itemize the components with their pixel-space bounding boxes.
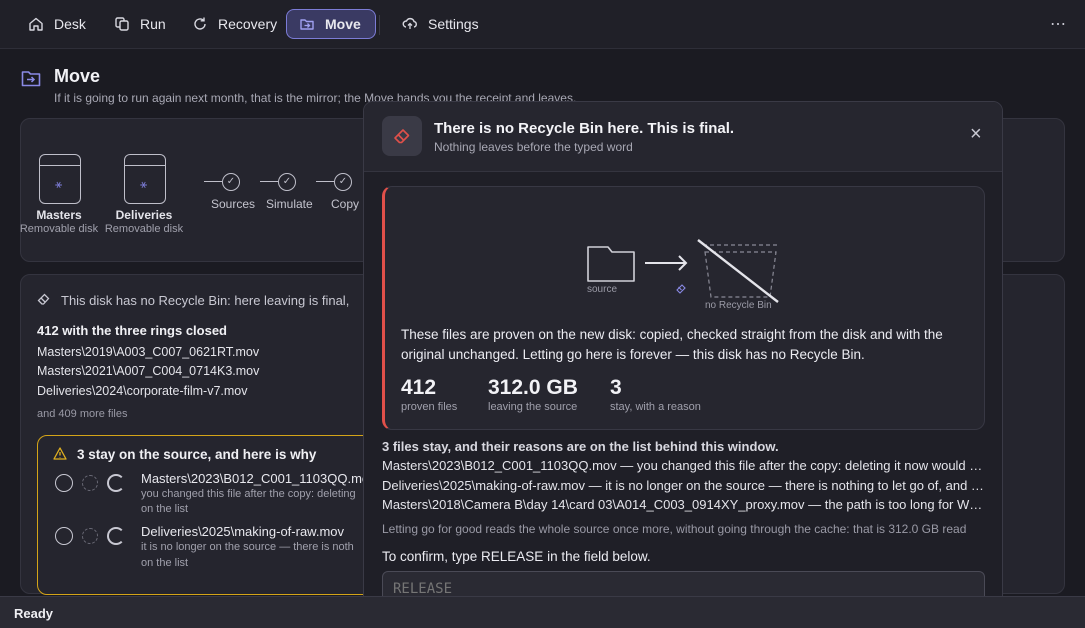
warning-icon — [53, 447, 67, 460]
nav-move[interactable]: Move — [286, 9, 376, 39]
eraser-icon — [37, 293, 50, 305]
stay-heading: 3 files stay, and their reasons are on t… — [382, 439, 779, 454]
stat-value: 312.0 GB — [488, 376, 578, 399]
check-icon: ✓ — [334, 173, 352, 191]
more-menu-icon[interactable]: ⋯ — [1050, 14, 1067, 34]
stay-title: 3 stay on the source, and here is why — [77, 447, 317, 462]
cloud-upload-icon — [402, 17, 417, 29]
stat-label: leaving the source — [488, 401, 578, 413]
confirm-dialog: There is no Recycle Bin here. This is fi… — [363, 101, 1003, 621]
stay-item-reason: on the list — [141, 557, 189, 569]
ring-pending-icon — [82, 475, 98, 491]
nav-recovery-label: Recovery — [218, 16, 278, 32]
ring-progress-icon — [107, 527, 125, 545]
stat-value: 3 — [610, 376, 622, 399]
disk-deliveries-name: Deliveries — [115, 208, 173, 222]
eraser-icon — [676, 284, 686, 294]
top-nav: Desk Run Recovery Move Settings ⋯ — [0, 0, 1085, 49]
dialog-body-line-1: These files are proven on the new disk: … — [401, 327, 943, 342]
release-notice: This disk has no Recycle Bin: here leavi… — [61, 293, 350, 308]
stat-label: stay, with a reason — [610, 401, 701, 413]
stay-item-reason: you changed this file after the copy: de… — [141, 488, 356, 500]
strike-line — [697, 239, 779, 303]
dialog-body-line-2: original unchanged. Letting go here is f… — [401, 347, 865, 362]
diagram-source-label: source — [587, 284, 618, 295]
stay-card: 3 stay on the source, and here is why Ma… — [37, 435, 377, 595]
step-simulate-label: Simulate — [266, 197, 313, 211]
step-sources-label: Sources — [211, 197, 256, 211]
release-file: Masters\2019\A003_C007_0621RT.mov — [37, 345, 260, 359]
dialog-subtitle: Nothing leaves before the typed word — [434, 140, 633, 154]
diagram-dest-label: no Recycle Bin — [705, 300, 772, 311]
release-more-files[interactable]: and 409 more files — [37, 408, 128, 420]
stay-item-reason: on the list — [141, 503, 189, 515]
confirm-label: To confirm, type RELEASE in the field be… — [382, 549, 651, 564]
check-icon: ✓ — [222, 173, 240, 191]
disk-deliveries-icon: ⚹ — [124, 154, 166, 204]
nav-desk[interactable]: Desk — [16, 9, 98, 39]
eraser-icon — [394, 129, 410, 144]
release-file: Deliveries\2024\corporate-film-v7.mov — [37, 384, 248, 398]
disk-deliveries-type: Removable disk — [104, 223, 184, 235]
nav-run[interactable]: Run — [102, 9, 178, 39]
disk-masters-name: Masters — [36, 208, 82, 222]
nav-run-label: Run — [140, 16, 166, 32]
ring-pending-icon — [82, 528, 98, 544]
nav-recovery[interactable]: Recovery — [180, 9, 289, 39]
nav-settings-label: Settings — [428, 16, 479, 32]
nav-move-label: Move — [325, 16, 361, 32]
stay-line: Deliveries\2025\making-of-raw.mov — it i… — [382, 478, 984, 493]
folder-move-icon — [21, 71, 41, 87]
check-icon: ✓ — [278, 173, 296, 191]
stay-item-path: Masters\2023\B012_C001_1103QQ.mov — [141, 471, 376, 486]
stay-line: Masters\2018\Camera B\day 14\card 03\A01… — [382, 497, 984, 512]
stay-item-radio[interactable] — [55, 474, 73, 492]
stay-item-path: Deliveries\2025\making-of-raw.mov — [141, 524, 345, 539]
folder-move-icon — [300, 19, 314, 30]
arrow-right-icon — [645, 255, 688, 271]
nav-desk-label: Desk — [54, 16, 86, 32]
stat-value: 412 — [401, 376, 437, 399]
refresh-icon — [194, 17, 206, 30]
step-copy-label: Copy — [331, 197, 360, 211]
release-file: Masters\2021\A007_C004_0714K3.mov — [37, 364, 260, 378]
folder-icon — [587, 246, 635, 282]
stat-label: proven files — [401, 401, 458, 413]
nav-divider — [379, 15, 380, 35]
disk-masters-icon: ⚹ — [39, 154, 81, 204]
dialog-title: There is no Recycle Bin here. This is fi… — [434, 120, 735, 137]
ring-progress-icon — [107, 474, 125, 492]
close-icon[interactable]: × — [970, 124, 982, 144]
dialog-icon-box — [382, 116, 422, 156]
dialog-header: There is no Recycle Bin here. This is fi… — [364, 102, 1002, 172]
page-title: Move — [54, 66, 101, 86]
release-summary: 412 with the three rings closed — [37, 323, 227, 338]
status-text: Ready — [14, 606, 54, 621]
stay-item-reason: it is no longer on the source — there is… — [141, 541, 354, 553]
status-bar: Ready — [0, 596, 1085, 628]
read-note: Letting go for good reads the whole sour… — [382, 522, 967, 536]
dialog-summary-panel: source no Recycle Bin These files are pr… — [382, 186, 985, 430]
stay-item-radio[interactable] — [55, 527, 73, 545]
stay-line: Masters\2023\B012_C001_1103QQ.mov — you … — [382, 458, 984, 473]
home-icon — [29, 17, 43, 31]
nav-settings[interactable]: Settings — [390, 9, 491, 39]
copy-icon — [115, 17, 129, 31]
